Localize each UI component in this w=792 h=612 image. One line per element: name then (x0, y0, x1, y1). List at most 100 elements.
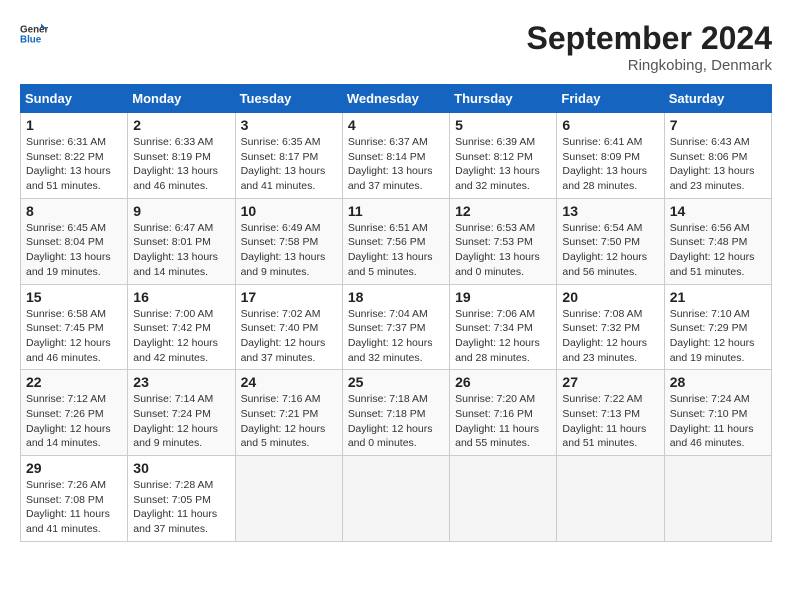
calendar-day-empty (342, 456, 449, 542)
calendar-day-25: 25 Sunrise: 7:18 AMSunset: 7:18 PMDayligh… (342, 370, 449, 456)
day-info: Sunrise: 6:33 AMSunset: 8:19 PMDaylight:… (133, 136, 218, 192)
day-info: Sunrise: 7:20 AMSunset: 7:16 PMDaylight:… (455, 393, 539, 449)
calendar-week-2: 15 Sunrise: 6:58 AMSunset: 7:45 PMDayligh… (21, 284, 772, 370)
day-info: Sunrise: 7:02 AMSunset: 7:40 PMDaylight:… (241, 308, 326, 364)
day-number: 10 (241, 203, 337, 219)
day-number: 7 (670, 117, 766, 133)
day-number: 18 (348, 289, 444, 305)
calendar-day-22: 22Sunrise: 7:12 AMSunset: 7:26 PMDayligh… (21, 370, 128, 456)
weekday-header-tuesday: Tuesday (235, 85, 342, 113)
calendar-day-11: 11 Sunrise: 6:51 AMSunset: 7:56 PMDayligh… (342, 198, 449, 284)
day-number: 9 (133, 203, 229, 219)
day-number: 1 (26, 117, 122, 133)
page-header: General Blue September 2024 Ringkobing, … (20, 20, 772, 74)
day-info: Sunrise: 6:53 AMSunset: 7:53 PMDaylight:… (455, 222, 540, 278)
calendar-day-14: 14 Sunrise: 6:56 AMSunset: 7:48 PMDayligh… (664, 198, 771, 284)
day-info: Sunrise: 7:04 AMSunset: 7:37 PMDaylight:… (348, 308, 433, 364)
day-info: Sunrise: 6:49 AMSunset: 7:58 PMDaylight:… (241, 222, 326, 278)
day-number: 25 (348, 374, 444, 390)
calendar-week-4: 29Sunrise: 7:26 AMSunset: 7:08 PMDayligh… (21, 456, 772, 542)
calendar-day-10: 10 Sunrise: 6:49 AMSunset: 7:58 PMDayligh… (235, 198, 342, 284)
calendar-day-21: 21 Sunrise: 7:10 AMSunset: 7:29 PMDayligh… (664, 284, 771, 370)
svg-text:Blue: Blue (20, 34, 42, 45)
day-info: Sunrise: 7:10 AMSunset: 7:29 PMDaylight:… (670, 308, 755, 364)
day-number: 11 (348, 203, 444, 219)
day-number: 2 (133, 117, 229, 133)
day-info: Sunrise: 7:06 AMSunset: 7:34 PMDaylight:… (455, 308, 540, 364)
calendar-day-9: 9 Sunrise: 6:47 AMSunset: 8:01 PMDaylight… (128, 198, 235, 284)
weekday-header-row: SundayMondayTuesdayWednesdayThursdayFrid… (21, 85, 772, 113)
calendar-day-20: 20 Sunrise: 7:08 AMSunset: 7:32 PMDayligh… (557, 284, 664, 370)
day-number: 16 (133, 289, 229, 305)
day-info: Sunrise: 6:56 AMSunset: 7:48 PMDaylight:… (670, 222, 755, 278)
day-info: Sunrise: 6:43 AMSunset: 8:06 PMDaylight:… (670, 136, 755, 192)
day-number: 6 (562, 117, 658, 133)
calendar-day-26: 26 Sunrise: 7:20 AMSunset: 7:16 PMDayligh… (450, 370, 557, 456)
calendar-day-30: 30 Sunrise: 7:28 AMSunset: 7:05 PMDayligh… (128, 456, 235, 542)
day-info: Sunrise: 6:58 AMSunset: 7:45 PMDaylight:… (26, 308, 111, 364)
calendar-day-28: 28Sunrise: 7:24 AMSunset: 7:10 PMDayligh… (664, 370, 771, 456)
day-number: 26 (455, 374, 551, 390)
calendar-day-23: 23 Sunrise: 7:14 AMSunset: 7:24 PMDayligh… (128, 370, 235, 456)
day-number: 30 (133, 460, 229, 476)
day-number: 8 (26, 203, 122, 219)
calendar-day-8: 8 Sunrise: 6:45 AMSunset: 8:04 PMDaylight… (21, 198, 128, 284)
calendar-day-27: 27Sunrise: 7:22 AMSunset: 7:13 PMDayligh… (557, 370, 664, 456)
weekday-header-wednesday: Wednesday (342, 85, 449, 113)
day-number: 21 (670, 289, 766, 305)
day-info: Sunrise: 6:45 AMSunset: 8:04 PMDaylight:… (26, 222, 111, 278)
calendar-day-empty (235, 456, 342, 542)
location: Ringkobing, Denmark (527, 57, 772, 74)
weekday-header-friday: Friday (557, 85, 664, 113)
calendar-day-24: 24Sunrise: 7:16 AMSunset: 7:21 PMDayligh… (235, 370, 342, 456)
day-info: Sunrise: 6:39 AMSunset: 8:12 PMDaylight:… (455, 136, 540, 192)
calendar-day-6: 6 Sunrise: 6:41 AMSunset: 8:09 PMDaylight… (557, 113, 664, 199)
day-info: Sunrise: 7:18 AMSunset: 7:18 PMDaylight:… (348, 393, 433, 449)
weekday-header-sunday: Sunday (21, 85, 128, 113)
month-title: September 2024 (527, 20, 772, 57)
day-number: 3 (241, 117, 337, 133)
day-info: Sunrise: 6:37 AMSunset: 8:14 PMDaylight:… (348, 136, 433, 192)
calendar-day-3: 3 Sunrise: 6:35 AMSunset: 8:17 PMDaylight… (235, 113, 342, 199)
day-info: Sunrise: 7:28 AMSunset: 7:05 PMDaylight:… (133, 479, 217, 535)
day-number: 14 (670, 203, 766, 219)
day-number: 22 (26, 374, 122, 390)
calendar-table: SundayMondayTuesdayWednesdayThursdayFrid… (20, 84, 772, 542)
day-number: 12 (455, 203, 551, 219)
calendar-week-3: 22Sunrise: 7:12 AMSunset: 7:26 PMDayligh… (21, 370, 772, 456)
logo: General Blue (20, 20, 48, 48)
calendar-week-0: 1 Sunrise: 6:31 AMSunset: 8:22 PMDaylight… (21, 113, 772, 199)
calendar-day-4: 4 Sunrise: 6:37 AMSunset: 8:14 PMDaylight… (342, 113, 449, 199)
calendar-day-empty (557, 456, 664, 542)
day-info: Sunrise: 6:47 AMSunset: 8:01 PMDaylight:… (133, 222, 218, 278)
day-number: 23 (133, 374, 229, 390)
calendar-day-1: 1 Sunrise: 6:31 AMSunset: 8:22 PMDaylight… (21, 113, 128, 199)
day-info: Sunrise: 6:31 AMSunset: 8:22 PMDaylight:… (26, 136, 111, 192)
day-info: Sunrise: 6:51 AMSunset: 7:56 PMDaylight:… (348, 222, 433, 278)
calendar-day-13: 13Sunrise: 6:54 AMSunset: 7:50 PMDayligh… (557, 198, 664, 284)
calendar-week-1: 8 Sunrise: 6:45 AMSunset: 8:04 PMDaylight… (21, 198, 772, 284)
day-number: 13 (562, 203, 658, 219)
day-number: 15 (26, 289, 122, 305)
calendar-day-16: 16 Sunrise: 7:00 AMSunset: 7:42 PMDayligh… (128, 284, 235, 370)
day-number: 5 (455, 117, 551, 133)
day-number: 20 (562, 289, 658, 305)
day-info: Sunrise: 7:22 AMSunset: 7:13 PMDaylight:… (562, 393, 646, 449)
weekday-header-saturday: Saturday (664, 85, 771, 113)
weekday-header-monday: Monday (128, 85, 235, 113)
logo-icon: General Blue (20, 20, 48, 48)
day-info: Sunrise: 6:41 AMSunset: 8:09 PMDaylight:… (562, 136, 647, 192)
calendar-day-empty (664, 456, 771, 542)
weekday-header-thursday: Thursday (450, 85, 557, 113)
day-info: Sunrise: 7:08 AMSunset: 7:32 PMDaylight:… (562, 308, 647, 364)
day-info: Sunrise: 7:00 AMSunset: 7:42 PMDaylight:… (133, 308, 218, 364)
calendar-day-2: 2 Sunrise: 6:33 AMSunset: 8:19 PMDaylight… (128, 113, 235, 199)
day-info: Sunrise: 7:14 AMSunset: 7:24 PMDaylight:… (133, 393, 218, 449)
day-info: Sunrise: 6:35 AMSunset: 8:17 PMDaylight:… (241, 136, 326, 192)
day-info: Sunrise: 7:24 AMSunset: 7:10 PMDaylight:… (670, 393, 754, 449)
calendar-day-19: 19Sunrise: 7:06 AMSunset: 7:34 PMDayligh… (450, 284, 557, 370)
calendar-day-15: 15 Sunrise: 6:58 AMSunset: 7:45 PMDayligh… (21, 284, 128, 370)
calendar-day-7: 7 Sunrise: 6:43 AMSunset: 8:06 PMDaylight… (664, 113, 771, 199)
day-number: 17 (241, 289, 337, 305)
day-number: 4 (348, 117, 444, 133)
